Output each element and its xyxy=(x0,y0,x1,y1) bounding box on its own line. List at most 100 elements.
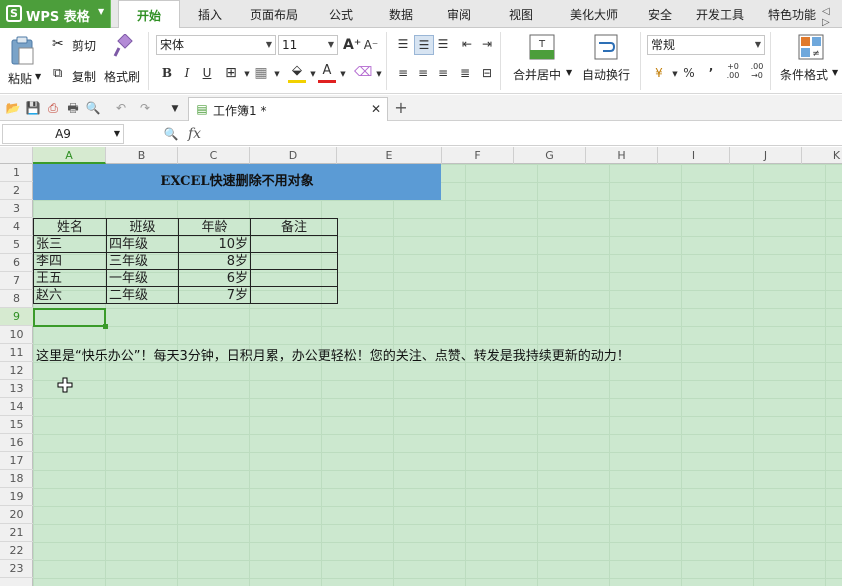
row-header[interactable]: 8 xyxy=(0,290,33,308)
menu-tab[interactable]: 开发工具 xyxy=(688,0,752,28)
conditional-format-button[interactable]: 条件格式 xyxy=(780,66,828,83)
column-header[interactable]: I xyxy=(658,147,730,164)
increase-font-icon[interactable]: A⁺ xyxy=(343,36,361,54)
chevron-down-icon[interactable]: ▼ xyxy=(334,65,352,83)
font-size-select[interactable]: 11 ▼ xyxy=(278,35,338,55)
grade-cell[interactable]: 四年级 xyxy=(106,235,179,253)
distributed-icon[interactable]: ⊟ xyxy=(478,64,496,82)
font-name-select[interactable]: 宋体 ▼ xyxy=(156,35,276,55)
align-right-icon[interactable]: ≡ xyxy=(434,64,452,82)
comma-button[interactable]: ’ xyxy=(702,64,720,82)
name-cell[interactable]: 李四 xyxy=(33,252,107,270)
increase-indent-icon[interactable]: ⇥ xyxy=(478,35,496,53)
zoom-icon[interactable]: 🔍 xyxy=(162,125,180,143)
note-cell[interactable] xyxy=(250,269,338,287)
row-header[interactable]: 18 xyxy=(0,470,33,488)
wrap-text-icon[interactable] xyxy=(594,34,618,60)
conditional-format-icon[interactable]: ≠ xyxy=(798,34,824,60)
increase-decimal-icon[interactable]: +0.00 xyxy=(724,62,742,80)
column-header[interactable]: J xyxy=(730,147,802,164)
name-cell[interactable]: 王五 xyxy=(33,269,107,287)
undo-icon[interactable]: ↶ xyxy=(112,99,130,117)
note-cell[interactable] xyxy=(250,286,338,304)
paste-button[interactable]: 粘贴 xyxy=(8,70,32,87)
grade-cell[interactable]: 二年级 xyxy=(106,286,179,304)
header-cell[interactable]: 班级 xyxy=(106,218,179,236)
row-header[interactable]: 19 xyxy=(0,488,33,506)
copy-button[interactable]: 复制 xyxy=(72,68,96,85)
grade-cell[interactable]: 一年级 xyxy=(106,269,179,287)
menu-tab[interactable]: 公式 xyxy=(316,0,366,28)
new-tab-icon[interactable]: + xyxy=(392,99,410,117)
align-center-icon[interactable]: ≡ xyxy=(414,64,432,82)
column-header[interactable]: A xyxy=(33,147,106,164)
merge-center-icon[interactable]: T xyxy=(529,34,555,60)
chevron-down-icon[interactable]: ▼ xyxy=(566,68,572,77)
row-header[interactable]: 5 xyxy=(0,236,33,254)
print-icon[interactable]: 🖶 xyxy=(64,99,82,117)
column-header[interactable]: C xyxy=(178,147,250,164)
chevron-down-icon[interactable]: ▼ xyxy=(35,72,41,81)
column-header[interactable]: B xyxy=(106,147,178,164)
menu-tab[interactable]: 安全 xyxy=(638,0,682,28)
name-box[interactable]: A9 ▼ xyxy=(2,124,124,144)
open-folder-icon[interactable]: 📂 xyxy=(4,99,22,117)
row-header[interactable]: 20 xyxy=(0,506,33,524)
header-cell[interactable]: 姓名 xyxy=(33,218,107,236)
menu-tab[interactable]: 插入 xyxy=(188,0,232,28)
decrease-indent-icon[interactable]: ⇤ xyxy=(458,35,476,53)
row-header[interactable]: 22 xyxy=(0,542,33,560)
header-cell[interactable]: 年龄 xyxy=(178,218,251,236)
align-bottom-icon[interactable]: ☰ xyxy=(434,35,452,53)
select-all-corner[interactable] xyxy=(0,147,33,164)
note-cell[interactable] xyxy=(250,252,338,270)
decrease-font-icon[interactable]: A⁻ xyxy=(362,36,380,54)
paste-icon[interactable] xyxy=(10,36,36,66)
row-header[interactable]: 11 xyxy=(0,344,33,362)
selected-cell[interactable] xyxy=(33,308,106,327)
age-cell[interactable]: 8岁 xyxy=(178,252,251,270)
align-top-icon[interactable]: ☰ xyxy=(394,35,412,53)
italic-button[interactable]: I xyxy=(178,64,196,82)
row-header[interactable]: 13 xyxy=(0,380,33,398)
grade-cell[interactable]: 三年级 xyxy=(106,252,179,270)
row-header[interactable]: 14 xyxy=(0,398,33,416)
row-header[interactable]: 23 xyxy=(0,560,33,578)
age-cell[interactable]: 10岁 xyxy=(178,235,251,253)
format-painter-button[interactable]: 格式刷 xyxy=(104,68,140,85)
align-middle-icon[interactable]: ☰ xyxy=(414,35,434,55)
menu-scroll-right-icon[interactable]: ◁ ▷ xyxy=(822,6,840,28)
column-header[interactable]: D xyxy=(250,147,337,164)
row-header[interactable]: 7 xyxy=(0,272,33,290)
column-header[interactable]: H xyxy=(586,147,658,164)
row-header[interactable]: 16 xyxy=(0,434,33,452)
row-header[interactable]: 3 xyxy=(0,200,33,218)
row-header[interactable]: 1 xyxy=(0,164,33,182)
row-header[interactable]: 6 xyxy=(0,254,33,272)
note-cell[interactable] xyxy=(250,235,338,253)
fill-handle[interactable] xyxy=(103,324,108,329)
menu-tab[interactable]: 审阅 xyxy=(434,0,484,28)
column-header[interactable]: F xyxy=(442,147,514,164)
export-pdf-icon[interactable]: ⎙ xyxy=(44,99,62,117)
menu-tab[interactable]: 数据 xyxy=(378,0,424,28)
merge-center-button[interactable]: 合并居中 xyxy=(513,66,561,83)
decrease-decimal-icon[interactable]: .00 →0 xyxy=(748,62,766,80)
header-cell[interactable]: 备注 xyxy=(250,218,338,236)
percent-button[interactable]: % xyxy=(680,64,698,82)
row-header[interactable]: 15 xyxy=(0,416,33,434)
menu-tab[interactable]: 页面布局 xyxy=(240,0,308,28)
note-text[interactable]: 这里是“快乐办公”！每天3分钟，日积月累，办公更轻松！您的关注、点赞、转发是我持… xyxy=(36,345,630,364)
customize-toolbar-icon[interactable]: ▼ xyxy=(166,100,184,118)
align-left-icon[interactable]: ≡ xyxy=(394,64,412,82)
underline-button[interactable]: U xyxy=(198,64,216,82)
name-cell[interactable]: 张三 xyxy=(33,235,107,253)
document-tab[interactable]: ▤ 工作簿1 * ✕ xyxy=(188,97,388,121)
close-icon[interactable]: ✕ xyxy=(367,100,385,118)
row-header[interactable]: 12 xyxy=(0,362,33,380)
save-icon[interactable]: 💾 xyxy=(24,99,42,117)
row-header[interactable]: 10 xyxy=(0,326,33,344)
row-header[interactable]: 17 xyxy=(0,452,33,470)
column-header[interactable]: E xyxy=(337,147,442,164)
bold-button[interactable]: B xyxy=(158,64,176,82)
